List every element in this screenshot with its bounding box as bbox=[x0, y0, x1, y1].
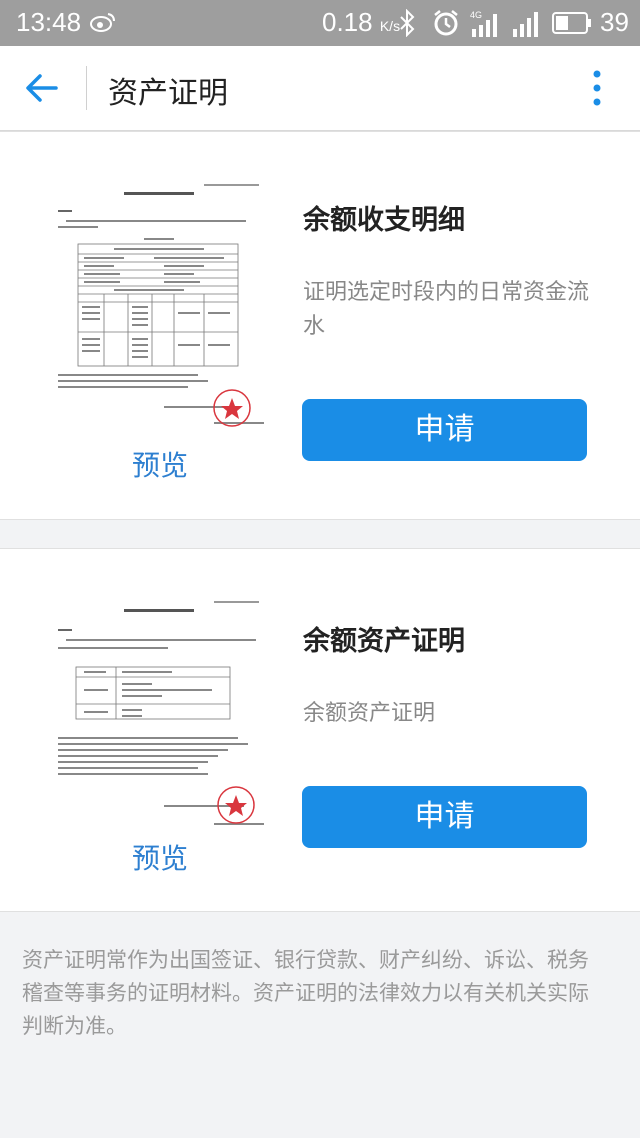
balance-statement-preview-link[interactable]: 预览 bbox=[132, 444, 188, 484]
balance-asset-description: 余额资产证明 bbox=[303, 701, 436, 726]
balance-asset-card: 预览 余额资产证明 余额资产证明 申请 bbox=[0, 548, 640, 912]
alarm-icon bbox=[434, 10, 458, 36]
balance-asset-title: 余额资产证明 bbox=[303, 626, 465, 657]
balance-asset-apply-button[interactable]: 申请 bbox=[302, 786, 587, 848]
weibo-icon bbox=[90, 13, 115, 32]
balance-statement-apply-button[interactable]: 申请 bbox=[302, 399, 587, 461]
bluetooth-icon bbox=[400, 9, 415, 37]
battery-icon bbox=[552, 12, 591, 34]
status-time: 13:48 bbox=[16, 7, 82, 37]
asset-proof-footnote: 资产证明常作为出国签证、银行贷款、财产纠纷、诉讼、税务稽查等事务的证明材料。资产… bbox=[22, 948, 589, 1038]
balance-statement-card: 预览 余额收支明细 证明选定时段内的日常资金流水 申请 bbox=[0, 131, 640, 520]
balance-statement-description: 证明选定时段内的日常资金流水 bbox=[303, 280, 590, 339]
status-bar: 13:48 0.18 K/s 4G 39 bbox=[0, 0, 640, 46]
balance-asset-preview-link[interactable]: 预览 bbox=[132, 837, 188, 877]
svg-text:4G: 4G bbox=[470, 10, 482, 20]
balance-statement-title: 余额收支明细 bbox=[303, 205, 465, 236]
battery-level: 39 bbox=[600, 7, 629, 37]
page-title: 资产证明 bbox=[108, 76, 228, 111]
app-header: 资产证明 bbox=[0, 46, 640, 131]
net-speed: 0.18 K/s bbox=[322, 7, 401, 37]
more-options-icon[interactable] bbox=[588, 68, 606, 108]
back-arrow-icon[interactable] bbox=[24, 70, 60, 106]
signal-4g-icon: 4G bbox=[470, 10, 497, 37]
balance-statement-preview-image[interactable] bbox=[54, 182, 264, 432]
header-divider bbox=[86, 66, 87, 110]
balance-asset-preview-image[interactable] bbox=[54, 599, 264, 849]
signal-icon bbox=[513, 12, 538, 37]
